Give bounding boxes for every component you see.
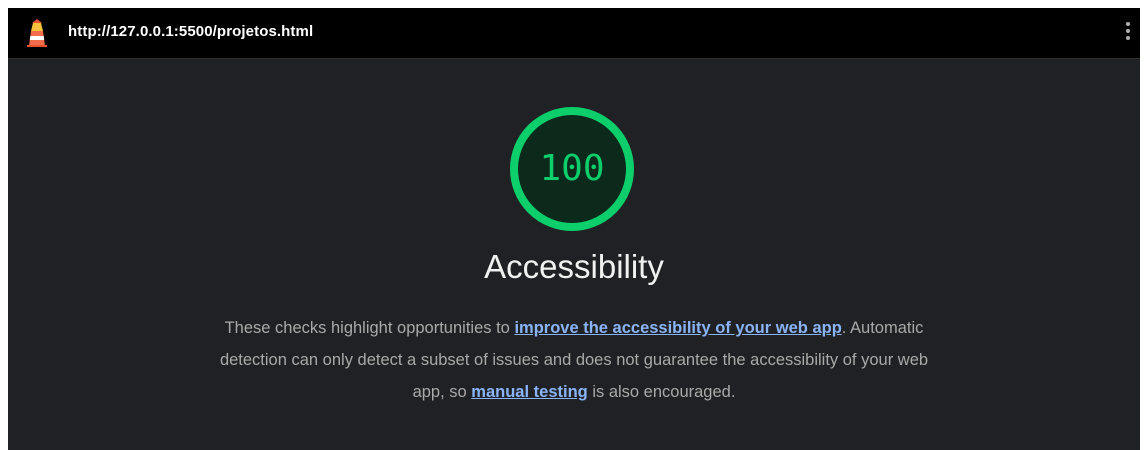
accessibility-link[interactable]: improve the accessibility of your web ap… [514,319,841,337]
description-text-1: These checks highlight opportunities to [224,319,515,337]
category-title: Accessibility [484,248,664,285]
manual-testing-link[interactable]: manual testing [471,383,587,401]
kebab-menu-icon[interactable] [1124,20,1132,46]
score-value: 100 [539,148,605,189]
report-header: http://127.0.0.1:5500/projetos.html [8,8,1140,59]
lighthouse-icon [27,19,47,47]
description-text-3: is also encouraged. [587,383,736,401]
page-url: http://127.0.0.1:5500/projetos.html [68,23,314,40]
category-description: These checks highlight opportunities to … [214,312,934,408]
report-panel: http://127.0.0.1:5500/projetos.html 100 … [8,8,1140,450]
